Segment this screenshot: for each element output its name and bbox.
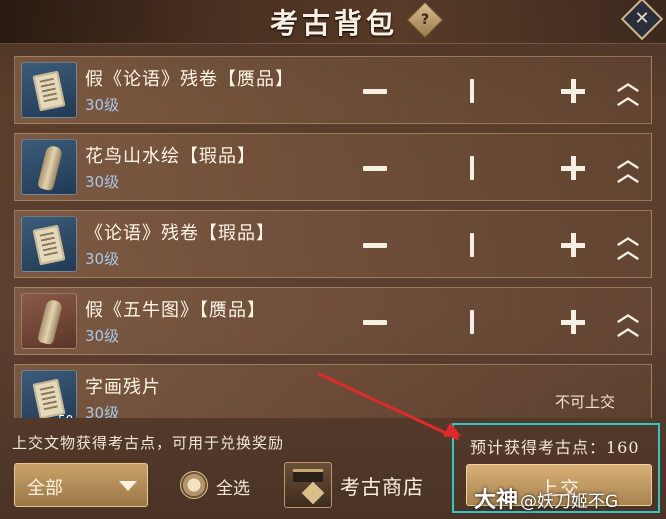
minus-button[interactable]: [363, 89, 387, 94]
quantity-value: [470, 156, 474, 180]
item-level: 30级: [85, 327, 120, 345]
item-name: 假《五牛图》【赝品】: [85, 300, 266, 321]
watermark: 大神 @妖刀姬不G: [474, 488, 619, 513]
quantity-value: [470, 79, 474, 103]
item-name: 假《论语》残卷【赝品】: [85, 69, 294, 90]
plus-button[interactable]: [561, 79, 585, 103]
list-item[interactable]: 假《论语》残卷【赝品】 30级 ︿ ︿: [14, 56, 652, 124]
minus-button[interactable]: [363, 320, 387, 325]
item-list[interactable]: 假《论语》残卷【赝品】 30级 ︿ ︿ 花鸟山水绘【瑕品】 30级 ︿ ︿ 《论语》…: [14, 56, 652, 418]
footer-description: 上交文物获得考古点，可用于兑换奖励: [12, 434, 285, 452]
minus-button[interactable]: [363, 166, 387, 171]
item-level: 30级: [85, 96, 120, 114]
quantity-value: [470, 233, 474, 257]
plus-button[interactable]: [561, 156, 585, 180]
shop-button[interactable]: 考古商店: [340, 471, 424, 500]
page-title: 考古背包: [270, 7, 399, 40]
title-bar: 考古背包 ? ✕: [0, 0, 666, 44]
list-item[interactable]: 花鸟山水绘【瑕品】 30级 ︿ ︿: [14, 133, 652, 201]
item-level: 30级: [85, 173, 120, 191]
help-icon[interactable]: ?: [406, 1, 444, 39]
max-icon[interactable]: ︿ ︿: [615, 150, 641, 186]
scroll-icon: [21, 216, 77, 272]
plus-button[interactable]: [561, 233, 585, 257]
filter-dropdown[interactable]: 全部: [14, 463, 148, 507]
max-icon[interactable]: ︿ ︿: [615, 304, 641, 340]
chevron-down-icon: [119, 481, 137, 491]
filter-selected: 全部: [27, 478, 63, 499]
minus-button[interactable]: [363, 243, 387, 248]
select-all-label[interactable]: 全选: [216, 474, 250, 499]
close-icon[interactable]: ✕: [620, 0, 664, 41]
item-name: 《论语》残卷【瑕品】: [85, 223, 275, 244]
select-all-checkbox[interactable]: [180, 471, 208, 499]
vase-icon: [21, 139, 77, 195]
plus-button[interactable]: [561, 310, 585, 334]
shop-icon[interactable]: [284, 462, 332, 508]
max-icon[interactable]: ︿ ︿: [615, 227, 641, 263]
item-level: 30级: [85, 250, 120, 268]
estimated-points: 预计获得考古点：160: [470, 438, 640, 457]
not-submittable-label: 不可上交: [555, 393, 616, 411]
list-item[interactable]: 假《五牛图》【赝品】 30级 ︿ ︿: [14, 287, 652, 355]
item-name: 花鸟山水绘【瑕品】: [85, 146, 256, 167]
scroll-icon: [21, 62, 77, 118]
list-item[interactable]: 50 字画残片 30级 不可上交: [14, 364, 652, 418]
item-name: 字画残片: [85, 377, 161, 398]
item-count-badge: 50: [58, 413, 73, 418]
scroll-icon: 50: [21, 370, 77, 418]
list-item[interactable]: 《论语》残卷【瑕品】 30级 ︿ ︿: [14, 210, 652, 278]
quantity-value: [470, 310, 474, 334]
vase-icon: [21, 293, 77, 349]
max-icon[interactable]: ︿ ︿: [615, 73, 641, 109]
item-level: 30级: [85, 404, 120, 418]
